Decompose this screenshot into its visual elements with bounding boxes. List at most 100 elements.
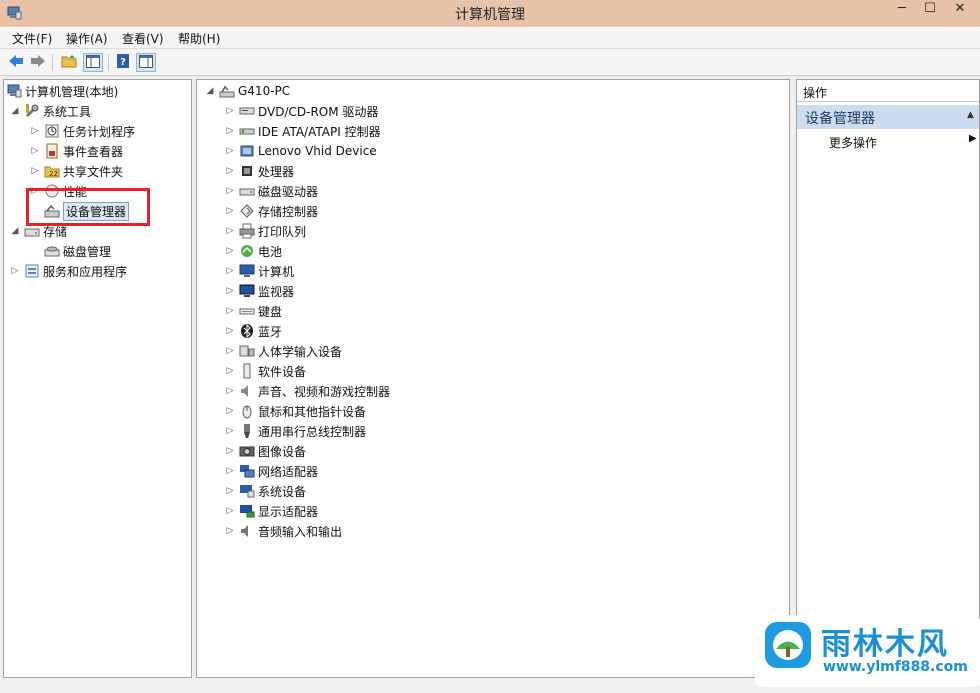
collapsed-arrow-icon[interactable]: ▷ [225,326,235,336]
device-category[interactable]: ▷ 计算机 [225,261,294,281]
collapsed-arrow-icon[interactable]: ▷ [225,286,235,296]
collapsed-arrow-icon[interactable]: ▷ [225,146,235,156]
collapsed-arrow-icon[interactable]: ▷ [30,166,40,176]
show-hide-console-tree-button[interactable] [83,53,103,72]
collapsed-arrow-icon[interactable]: ▷ [225,486,235,496]
action-pane-icon [139,54,153,71]
expanded-arrow-icon[interactable]: ◢ [10,226,20,236]
device-category[interactable]: ▷ 图像设备 [225,441,306,461]
collapsed-arrow-icon[interactable]: ▷ [225,126,235,136]
collapsed-arrow-icon[interactable]: ▷ [225,346,235,356]
collapsed-arrow-icon[interactable]: ▷ [225,206,235,216]
actions-header: 操作 [797,80,979,102]
menu-action[interactable]: 操作(A) [66,30,108,47]
tree-node-root[interactable]: 计算机管理(本地) [6,81,118,101]
collapsed-arrow-icon[interactable]: ▷ [225,106,235,116]
device-category[interactable]: ▷ 通用串行总线控制器 [225,421,366,441]
up-level-button[interactable] [59,53,79,72]
computer-root-icon [219,83,235,99]
tree-node-services-apps[interactable]: ▷ 服务和应用程序 [10,261,127,281]
collapsed-arrow-icon[interactable]: ▷ [30,126,40,136]
tree-node-task-scheduler[interactable]: ▷ 任务计划程序 [30,121,135,141]
device-category[interactable]: ▷ DVD/CD-ROM 驱动器 [225,101,379,121]
device-category[interactable]: ▷ 磁盘驱动器 [225,181,318,201]
device-category[interactable]: ▷ 键盘 [225,301,282,321]
computer-icon [239,263,255,279]
collapsed-arrow-icon[interactable]: ▷ [225,306,235,316]
device-category-label: Lenovo Vhid Device [258,144,377,158]
device-category[interactable]: ▷ 电池 [225,241,282,261]
device-category-label: 监视器 [258,284,295,299]
expanded-arrow-icon[interactable]: ◢ [205,86,215,96]
disk-management-icon [44,243,60,259]
collapse-up-icon[interactable]: ▲ [967,110,974,120]
tree-node-label: 磁盘管理 [63,244,112,259]
collapsed-arrow-icon[interactable]: ▷ [30,146,40,156]
collapsed-arrow-icon[interactable]: ▷ [225,166,235,176]
device-category[interactable]: ▷ 蓝牙 [225,321,282,341]
forward-arrow-icon [30,54,46,71]
collapsed-arrow-icon[interactable]: ▷ [225,446,235,456]
hid-device-icon [239,143,255,159]
console-tree-pane: 计算机管理(本地) ◢ 系统工具 ▷ 任务计划程序 ▷ 事件查看器 ▷ 22 共… [3,79,192,678]
audio-io-icon [239,523,255,539]
tree-node-system-tools[interactable]: ◢ 系统工具 [10,101,91,121]
device-category-label: 系统设备 [258,484,307,499]
toolbar-separator [108,54,109,71]
device-category[interactable]: ▷ 声音、视频和游戏控制器 [225,381,390,401]
menu-help[interactable]: 帮助(H) [178,30,220,47]
tree-node-shared-folders[interactable]: ▷ 22 共享文件夹 [30,161,123,181]
collapsed-arrow-icon[interactable]: ▷ [225,506,235,516]
collapsed-arrow-icon[interactable]: ▷ [225,426,235,436]
device-category[interactable]: ▷ 存储控制器 [225,201,318,221]
collapsed-arrow-icon[interactable]: ▷ [10,266,20,276]
close-button[interactable]: ✕ [940,0,980,20]
device-root-computer[interactable]: ◢ G410-PC [205,81,291,101]
tree-node-disk-management[interactable]: 磁盘管理 [44,241,111,261]
device-category-label: 通用串行总线控制器 [258,424,367,439]
show-hide-action-pane-button[interactable] [136,53,156,72]
device-category[interactable]: ▷ 人体学输入设备 [225,341,342,361]
device-category[interactable]: ▷ 监视器 [225,281,294,301]
tree-node-event-viewer[interactable]: ▷ 事件查看器 [30,141,123,161]
more-actions-link[interactable]: 更多操作 [829,134,877,151]
actions-section-device-manager[interactable]: 设备管理器 ▲ [797,105,979,129]
sound-icon [239,383,255,399]
device-category[interactable]: ▷ 显示适配器 [225,501,318,521]
collapsed-arrow-icon[interactable]: ▷ [225,186,235,196]
menu-file[interactable]: 文件(F) [12,30,52,47]
tree-node-label: 服务和应用程序 [43,264,128,279]
back-button[interactable] [6,53,26,72]
device-category[interactable]: ▷ 音频输入和输出 [225,521,342,541]
collapsed-arrow-icon[interactable]: ▷ [225,366,235,376]
device-category-label: 存储控制器 [258,204,319,219]
expanded-arrow-icon[interactable]: ◢ [10,106,20,116]
shared-folder-icon: 22 [44,163,60,179]
device-category[interactable]: ▷ 处理器 [225,161,294,181]
collapsed-arrow-icon[interactable]: ▷ [225,466,235,476]
collapsed-arrow-icon[interactable]: ▷ [225,526,235,536]
device-category[interactable]: ▷ 系统设备 [225,481,306,501]
device-list-pane: ◢ G410-PC ▷ DVD/CD-ROM 驱动器 ▷ IDE ATA/ATAPI … [196,79,790,678]
help-button[interactable]: ? [113,53,133,72]
minimize-button[interactable]: ─ [887,0,917,20]
device-category-label: 计算机 [258,264,295,279]
tree-node-label: 事件查看器 [63,144,124,159]
device-category[interactable]: ▷ 打印队列 [225,221,306,241]
system-device-icon [239,483,255,499]
device-category-label: 软件设备 [258,364,307,379]
device-category[interactable]: ▷ 软件设备 [225,361,306,381]
collapsed-arrow-icon[interactable]: ▷ [225,386,235,396]
collapsed-arrow-icon[interactable]: ▷ [225,226,235,236]
device-category[interactable]: ▷ 网络适配器 [225,461,318,481]
tree-node-label: 任务计划程序 [63,124,136,139]
forward-button[interactable] [28,53,48,72]
collapsed-arrow-icon[interactable]: ▷ [225,246,235,256]
device-category[interactable]: ▷ 鼠标和其他指针设备 [225,401,366,421]
menu-view[interactable]: 查看(V) [122,30,164,47]
collapsed-arrow-icon[interactable]: ▷ [225,406,235,416]
imaging-device-icon [239,443,255,459]
device-category[interactable]: ▷ IDE ATA/ATAPI 控制器 [225,121,381,141]
device-category[interactable]: ▷ Lenovo Vhid Device [225,141,377,161]
collapsed-arrow-icon[interactable]: ▷ [225,266,235,276]
